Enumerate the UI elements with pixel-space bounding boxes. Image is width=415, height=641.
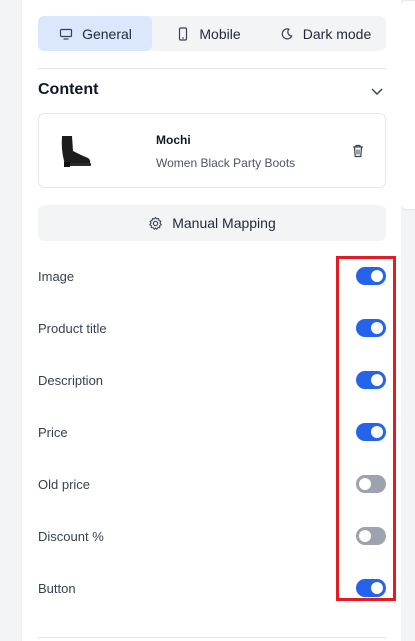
- toggle-row-button: Button: [38, 573, 386, 603]
- gear-icon: [149, 216, 163, 230]
- tab-mobile-label: Mobile: [199, 25, 241, 42]
- tab-general[interactable]: General: [38, 16, 152, 51]
- toggle-row-description: Description: [38, 365, 386, 395]
- background-card: [400, 0, 415, 210]
- discount-toggle[interactable]: [356, 527, 386, 545]
- product-description: Women Black Party Boots: [156, 156, 296, 170]
- toggle-row-product-title: Product title: [38, 313, 386, 343]
- button-toggle[interactable]: [356, 579, 386, 597]
- toggle-row-price: Price: [38, 417, 386, 447]
- product-title-toggle[interactable]: [356, 319, 386, 337]
- toggle-label: Image: [38, 268, 75, 284]
- desktop-icon: [58, 26, 74, 42]
- image-toggle[interactable]: [356, 267, 386, 285]
- tab-dark-mode[interactable]: Dark mode: [264, 16, 386, 51]
- toggle-label: Price: [38, 424, 68, 440]
- product-thumbnail: [61, 136, 91, 167]
- manual-mapping-label: Manual Mapping: [172, 215, 276, 231]
- tab-mobile[interactable]: Mobile: [152, 16, 264, 51]
- divider: [38, 68, 386, 69]
- product-name: Mochi: [156, 133, 191, 147]
- tab-general-label: General: [82, 25, 132, 42]
- toggle-label: Old price: [38, 476, 91, 492]
- trash-icon[interactable]: [350, 143, 366, 159]
- manual-mapping-button[interactable]: Manual Mapping: [38, 205, 386, 241]
- toggle-row-discount: Discount %: [38, 521, 386, 551]
- settings-panel: General Mobile Dark mode Content Mochi W…: [21, 0, 401, 641]
- toggle-label: Description: [38, 372, 104, 388]
- divider: [38, 637, 386, 638]
- old-price-toggle[interactable]: [356, 475, 386, 493]
- chevron-down-icon[interactable]: [370, 84, 384, 98]
- toggle-row-old-price: Old price: [38, 469, 386, 499]
- mobile-icon: [175, 26, 191, 42]
- price-toggle[interactable]: [356, 423, 386, 441]
- toggle-label: Button: [38, 580, 76, 596]
- toggle-row-image: Image: [38, 261, 386, 291]
- view-mode-tabs: General Mobile Dark mode: [38, 16, 386, 51]
- moon-icon: [279, 26, 295, 42]
- toggle-label: Discount %: [38, 528, 104, 544]
- tab-dark-mode-label: Dark mode: [302, 25, 372, 42]
- product-card: Mochi Women Black Party Boots: [38, 113, 386, 188]
- content-section-title: Content: [38, 81, 99, 98]
- description-toggle[interactable]: [356, 371, 386, 389]
- toggle-label: Product title: [38, 320, 107, 336]
